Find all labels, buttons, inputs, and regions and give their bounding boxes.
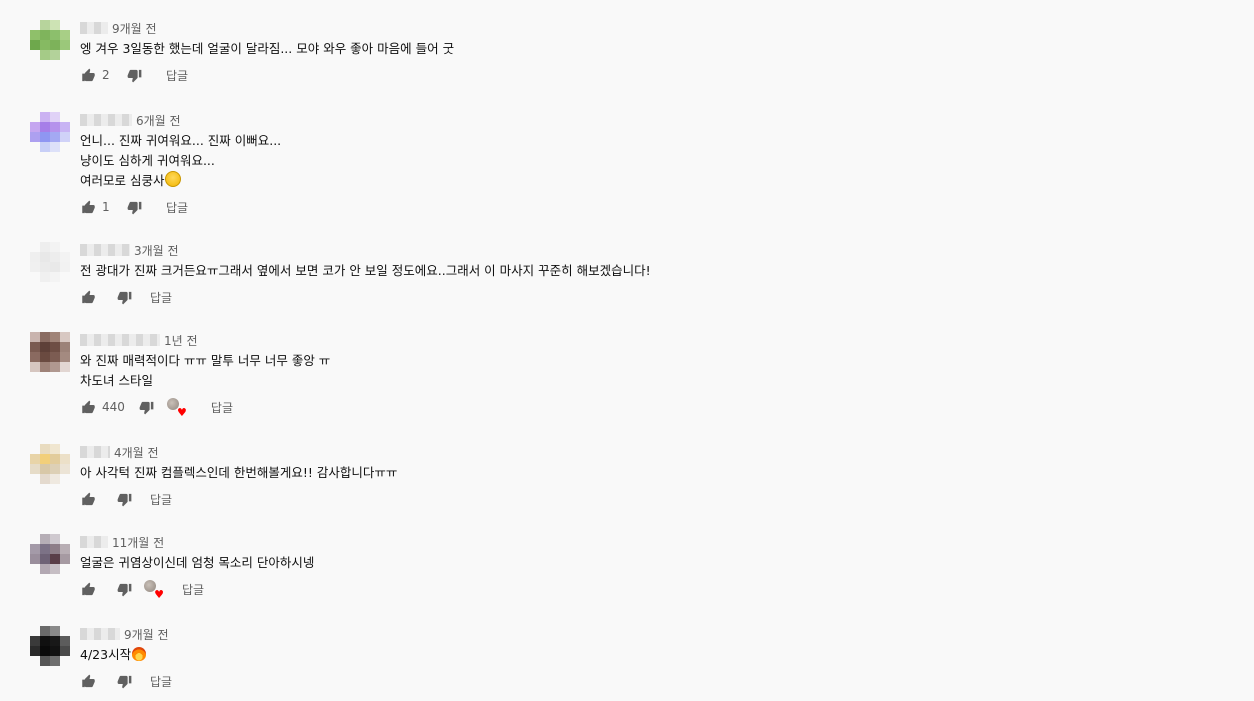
reply-button[interactable]: 답글: [150, 673, 172, 690]
comment-timestamp[interactable]: 6개월 전: [136, 112, 181, 129]
thumbs-up-icon[interactable]: [80, 67, 96, 83]
avatar[interactable]: [30, 626, 70, 666]
comment-text: 엥 겨우 3일동한 했는데 얼굴이 달라짐... 모야 와우 좋아 마음에 들어…: [80, 41, 455, 56]
like-count: 1: [102, 200, 110, 214]
author-name[interactable]: [80, 334, 160, 346]
thumbs-down-icon[interactable]: [116, 289, 132, 305]
thumbs-up-icon[interactable]: [80, 491, 96, 507]
avatar[interactable]: [30, 444, 70, 484]
thumbs-down-icon[interactable]: [126, 199, 142, 215]
thumbs-down-icon[interactable]: [139, 399, 155, 415]
like-count: 440: [102, 400, 125, 414]
avatar[interactable]: [30, 112, 70, 152]
author-name[interactable]: [80, 22, 108, 34]
comment-timestamp[interactable]: 3개월 전: [134, 242, 179, 259]
thumbs-down-icon[interactable]: [126, 67, 142, 83]
reply-button[interactable]: 답글: [166, 67, 188, 84]
comment-timestamp[interactable]: 4개월 전: [114, 444, 159, 461]
comment-text: 아 사각턱 진짜 컴플렉스인데 한번해볼게요!! 감사합니다ㅠㅠ: [80, 465, 398, 480]
comment-timestamp[interactable]: 1년 전: [164, 332, 198, 349]
comment-text: 언니... 진짜 귀여워요... 진짜 이뻐요... 냥이도 심하게 귀여워요.…: [80, 133, 282, 188]
creator-heart-icon: ♥: [144, 580, 164, 600]
author-name[interactable]: [80, 244, 130, 256]
like-count: 2: [102, 68, 110, 82]
comment-text: 4/23시작: [80, 645, 1230, 665]
thumbs-up-icon[interactable]: [80, 673, 96, 689]
reply-button[interactable]: 답글: [166, 199, 188, 216]
reply-button[interactable]: 답글: [182, 581, 204, 598]
thumbs-down-icon[interactable]: [116, 673, 132, 689]
fire-emoji-icon: [132, 647, 147, 661]
comment-text: 전 광대가 진짜 크거든요ㅠ그래서 옆에서 보면 코가 안 보일 정도에요..그…: [80, 263, 651, 278]
comment-timestamp[interactable]: 9개월 전: [112, 20, 157, 37]
thumbs-up-icon[interactable]: [80, 289, 96, 305]
thumbs-down-icon[interactable]: [116, 491, 132, 507]
reply-button[interactable]: 답글: [150, 289, 172, 306]
author-name[interactable]: [80, 536, 108, 548]
reply-button[interactable]: 답글: [150, 491, 172, 508]
comment-text: 와 진짜 매력적이다 ㅠㅠ 말투 너무 너무 좋앙 ㅠ 차도녀 스타일: [80, 353, 331, 388]
thumbs-up-icon[interactable]: [80, 199, 96, 215]
author-name[interactable]: [80, 114, 132, 126]
reply-button[interactable]: 답글: [211, 399, 233, 416]
author-name[interactable]: [80, 446, 110, 458]
comment-text: 얼굴은 귀염상이신데 엄청 목소리 단아하시넹: [80, 555, 315, 570]
avatar[interactable]: [30, 534, 70, 574]
avatar[interactable]: [30, 332, 70, 372]
thumbs-down-icon[interactable]: [116, 581, 132, 597]
thumbs-up-icon[interactable]: [80, 581, 96, 597]
avatar[interactable]: [30, 20, 70, 60]
thumbs-up-icon[interactable]: [80, 399, 96, 415]
smile-emoji-icon: [165, 171, 182, 187]
author-name[interactable]: [80, 628, 120, 640]
comment-timestamp[interactable]: 11개월 전: [112, 534, 164, 551]
avatar[interactable]: [30, 242, 70, 282]
creator-heart-icon: ♥: [166, 398, 187, 418]
comment-timestamp[interactable]: 9개월 전: [124, 626, 169, 643]
